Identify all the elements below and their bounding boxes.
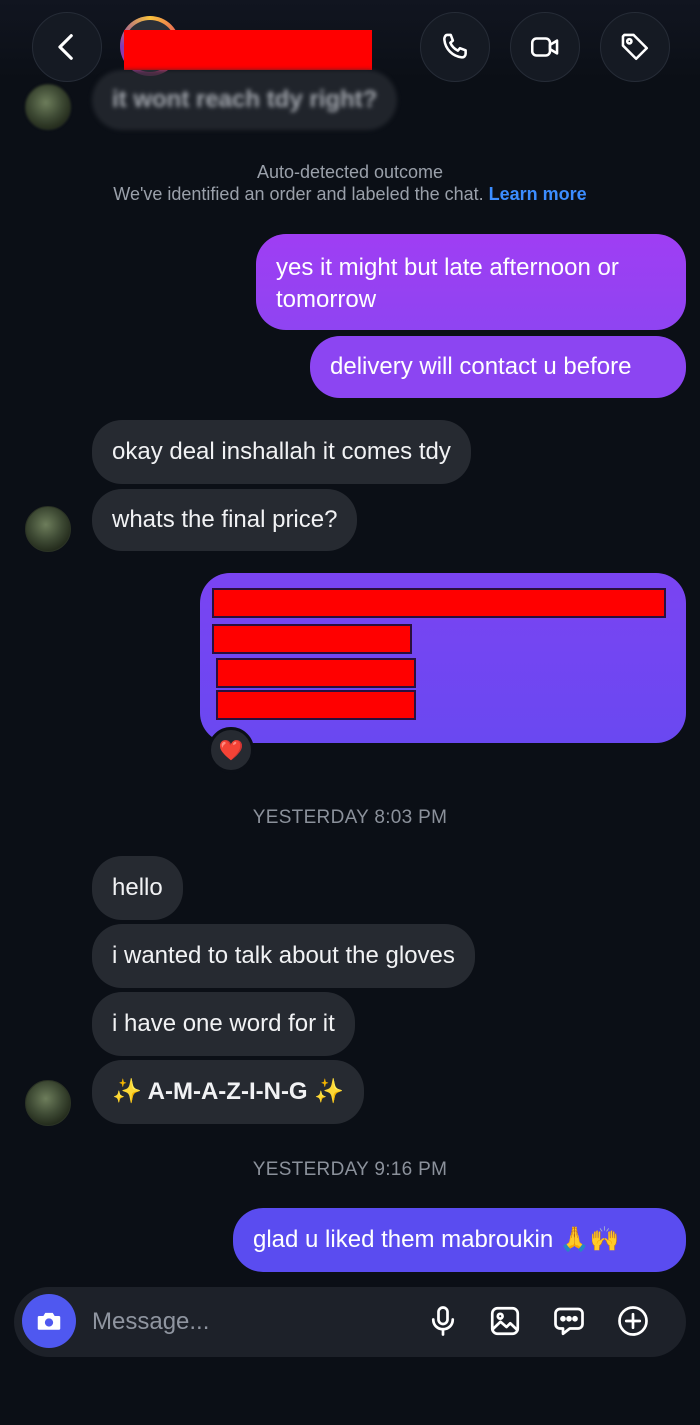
message-outgoing[interactable]: glad u liked them mabroukin 🙏🙌	[233, 1208, 686, 1272]
tag-icon	[621, 33, 649, 61]
phone-icon	[443, 33, 467, 59]
auto-detected-title: Auto-detected outcome	[256, 162, 444, 182]
auto-detected-text: We've identified an order and labeled th…	[113, 184, 484, 204]
message-input[interactable]	[92, 1304, 392, 1340]
more-options-button[interactable]	[612, 1300, 654, 1342]
message-incoming[interactable]: ✨ A-M-A-Z-I-N-G ✨	[92, 1060, 365, 1124]
message-incoming[interactable]: okay deal inshallah it comes tdy	[92, 420, 471, 484]
camera-button[interactable]	[22, 1294, 76, 1348]
message-outgoing[interactable]: yes it might but late afternoon or tomor…	[256, 234, 686, 330]
contact-avatar-small	[25, 84, 71, 130]
contact-avatar-small	[25, 506, 71, 552]
plus-circle-icon	[618, 1306, 648, 1336]
label-button[interactable]	[600, 12, 670, 82]
chevron-left-icon	[58, 34, 73, 60]
message-incoming[interactable]: i wanted to talk about the gloves	[92, 924, 475, 988]
contact-avatar-small	[25, 1080, 71, 1126]
message-text-line-1: yes it might but late afternoon or	[276, 254, 619, 281]
message-incoming-blurred[interactable]: it wont reach tdy right?	[92, 70, 398, 130]
bottom-safe-area	[0, 1380, 700, 1425]
redacted-contact-name[interactable]	[124, 30, 372, 70]
video-call-button[interactable]	[510, 12, 580, 82]
redacted-text	[212, 588, 666, 618]
audio-call-button[interactable]	[420, 12, 490, 82]
heart-reaction[interactable]: ❤️	[208, 727, 254, 773]
back-button[interactable]	[32, 12, 102, 82]
voice-message-button[interactable]	[422, 1300, 464, 1342]
microphone-icon	[431, 1306, 455, 1336]
gallery-button[interactable]	[484, 1300, 526, 1342]
redacted-text	[212, 624, 412, 654]
chat-sticker-icon	[554, 1307, 584, 1336]
message-incoming[interactable]: hello	[92, 856, 183, 920]
redacted-text	[216, 658, 416, 688]
message-outgoing[interactable]: delivery will contact u before	[310, 336, 686, 398]
message-incoming[interactable]: i have one word for it	[92, 992, 355, 1056]
timestamp-divider: YESTERDAY 9:16 PM	[252, 1159, 448, 1180]
message-incoming[interactable]: whats the final price?	[92, 489, 358, 551]
camera-icon	[37, 1312, 61, 1330]
video-camera-icon	[530, 37, 559, 57]
sticker-button[interactable]	[548, 1300, 590, 1342]
timestamp-divider: YESTERDAY 8:03 PM	[252, 807, 448, 828]
message-text-line-2: tomorrow	[276, 286, 377, 313]
auto-detected-body: We've identified an order and labeled th…	[0, 184, 700, 205]
message-text: ✨ A-M-A-Z-I-N-G ✨	[112, 1078, 345, 1105]
redacted-text	[216, 690, 416, 720]
image-icon	[490, 1306, 520, 1336]
learn-more-link[interactable]: Learn more	[489, 184, 587, 204]
heart-icon: ❤️	[218, 739, 244, 762]
